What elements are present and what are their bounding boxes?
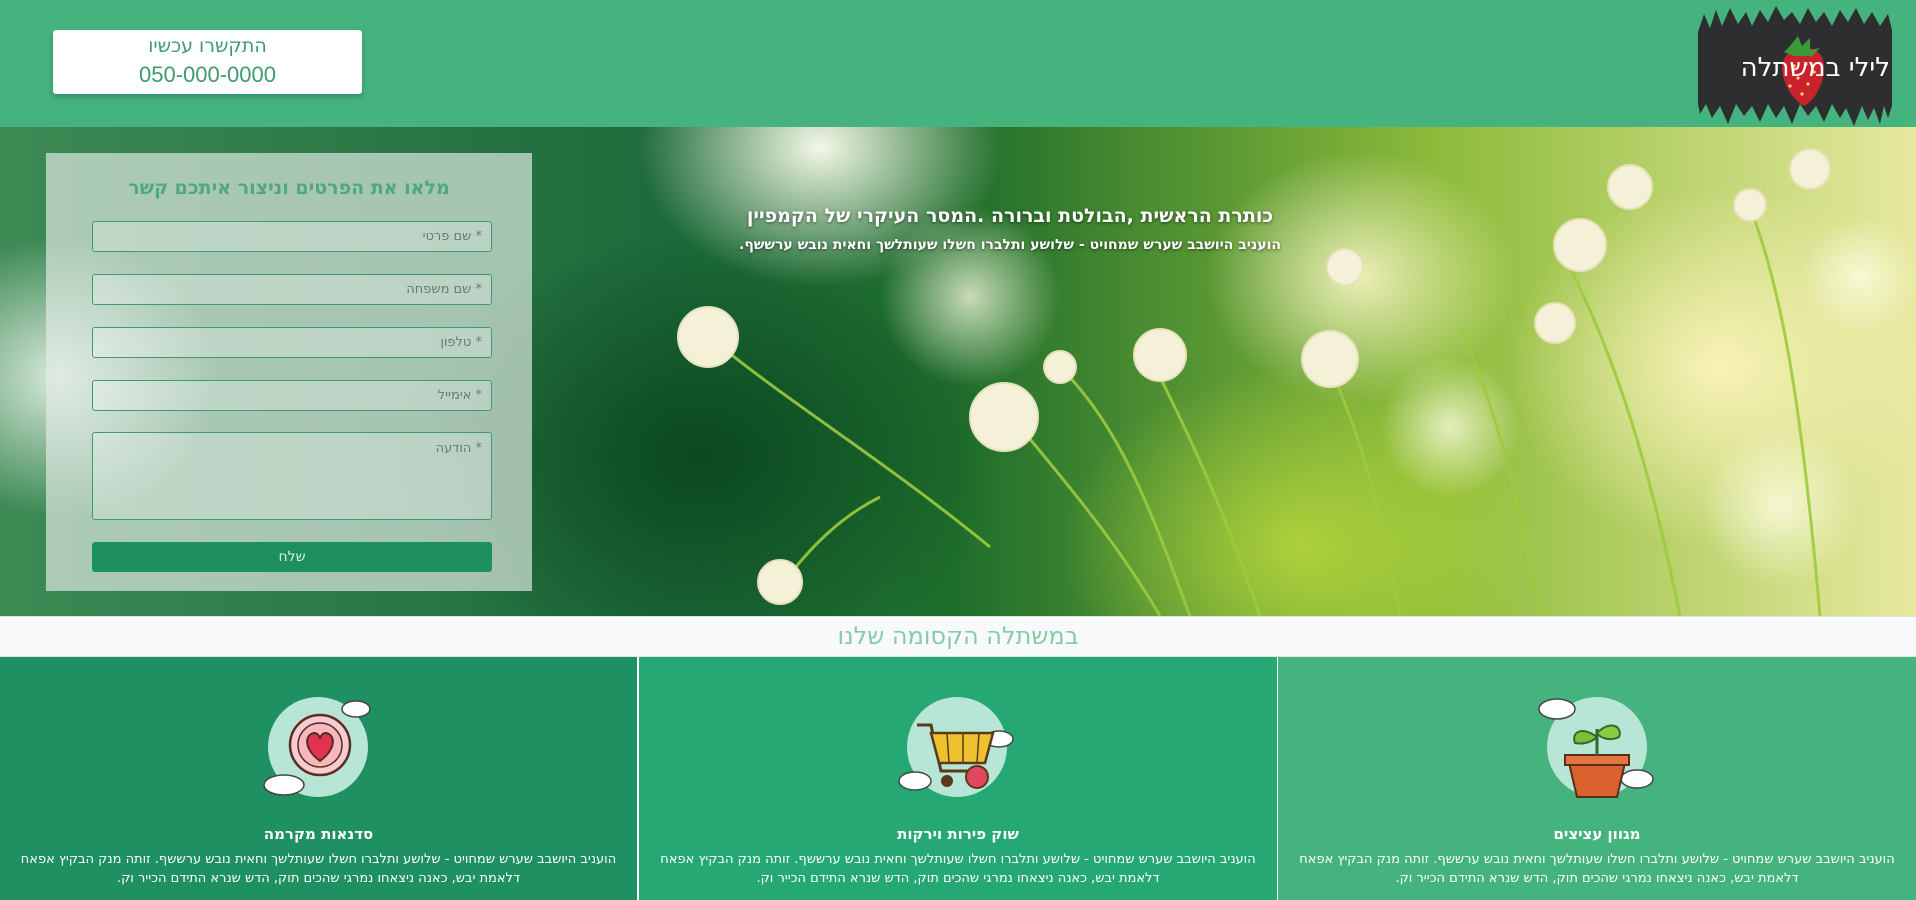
feature-text: הועניב היושבב שערש שמחויט - שלושע ותלברו…	[1299, 852, 1895, 886]
logo-text: לילי במשתלה	[1741, 53, 1890, 83]
feature-title: מגוון עציצים	[1553, 825, 1641, 843]
send-button[interactable]: שלח	[92, 542, 492, 572]
feature-text: הועניב היושבב שערש שמחויט - שלושע ותלברו…	[660, 852, 1256, 886]
feature-card-market: שוק פירות וירקות הועניב היושבב שערש שמחו…	[639, 657, 1278, 900]
heart-icon	[248, 689, 388, 807]
feature-card-workshops: סדנאות מקרמה הועניב היושבב שערש שמחויט -…	[0, 657, 637, 900]
feature-card-plants: מגוון עציצים הועניב היושבב שערש שמחויט -…	[1278, 657, 1916, 900]
logo-graphic: לילי במשתלה	[1698, 6, 1892, 126]
phone-number-link[interactable]: 050-000-0000	[53, 60, 362, 90]
phone-input[interactable]	[92, 327, 492, 358]
email-input[interactable]	[92, 380, 492, 411]
feature-title: סדנאות מקרמה	[263, 825, 374, 843]
feature-text: הועניב היושבב שערש שמחויט - שלושע ותלברו…	[20, 852, 617, 886]
shopping-cart-icon	[887, 689, 1027, 807]
message-textarea[interactable]	[92, 432, 492, 520]
site-header: התקשרו עכשיו 050-000-0000 לילי במשתלה	[0, 0, 1916, 127]
section-title: במשתלה הקסומה שלנו	[837, 622, 1079, 650]
hero-headline: כותרת הראשית ,הבולטת וברורה .המסר העיקרי…	[746, 205, 1274, 227]
features-row: מגוון עציצים הועניב היושבב שערש שמחויט -…	[0, 657, 1916, 900]
hero-subtext: הועניב היושבב שערש שמחויט - שלושע ותלברו…	[739, 237, 1281, 253]
contact-form: מלאו את הפרטים וניצור איתכם קשר שלח	[46, 153, 532, 591]
column-divider	[1277, 657, 1278, 900]
call-now-title: התקשרו עכשיו	[148, 35, 267, 57]
form-title: מלאו את הפרטים וניצור איתכם קשר	[128, 177, 450, 199]
section-header: במשתלה הקסומה שלנו	[0, 616, 1916, 657]
first-name-input[interactable]	[92, 221, 492, 252]
plant-pot-icon	[1527, 689, 1667, 807]
last-name-input[interactable]	[92, 274, 492, 305]
hero-banner: כותרת הראשית ,הבולטת וברורה .המסר העיקרי…	[0, 127, 1916, 616]
site-logo[interactable]: לילי במשתלה	[1694, 6, 1896, 128]
feature-title: שוק פירות וירקות	[897, 825, 1019, 843]
call-now-box[interactable]: התקשרו עכשיו 050-000-0000	[53, 30, 362, 94]
